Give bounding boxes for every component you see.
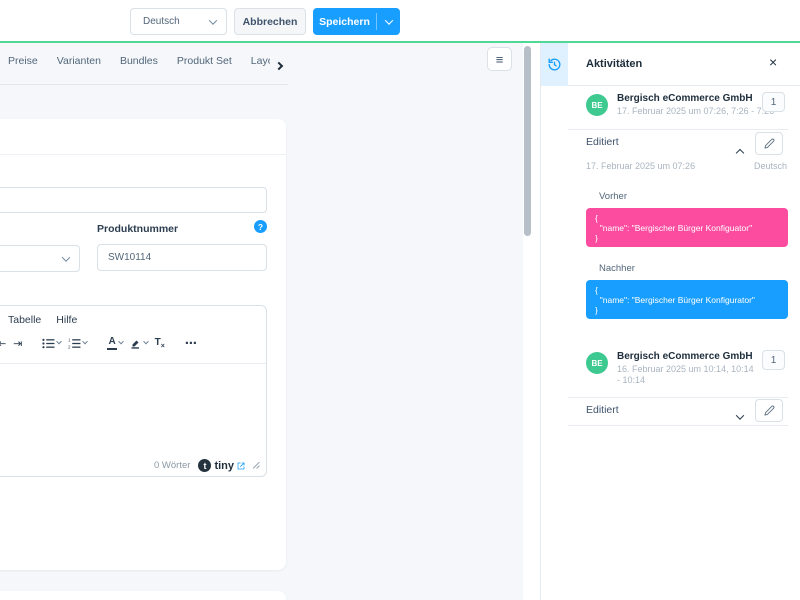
chevron-down-icon (62, 253, 70, 261)
pencil-icon (764, 405, 775, 416)
entry-count-badge: 1 (762, 92, 785, 112)
tiny-brand-label: tiny (214, 460, 234, 472)
context-menu-button[interactable]: ≡ (487, 47, 512, 71)
entry-user-name: Bergisch eCommerce GmbH (617, 93, 753, 104)
bullet-list-button[interactable] (42, 338, 61, 349)
editor-toolbar-divider (0, 363, 266, 364)
activities-panel: Aktivitäten × BE Bergisch eCommerce GmbH… (540, 43, 800, 600)
indent-button[interactable]: ⇥ (13, 337, 22, 350)
description-editor: Tabelle Hilfe ⇤ ⇥ 12 (0, 305, 267, 477)
ellipsis-icon: ⋯ (185, 336, 197, 350)
save-button[interactable]: Speichern (313, 8, 400, 35)
menu-tabelle[interactable]: Tabelle (8, 314, 41, 326)
tab-layout[interactable]: Layout (251, 55, 270, 75)
tab-preise[interactable]: Preise (8, 55, 38, 75)
cancel-button[interactable]: Abbrechen (234, 8, 306, 35)
expand-toggle[interactable] (737, 407, 743, 425)
detail-language: Deutsch (754, 161, 787, 171)
after-code-block: { "name": "Bergischer Bürger Konfigurato… (586, 280, 788, 319)
numbered-list-icon: 12 (68, 338, 81, 349)
entry-timestamp: 16. Februar 2025 um 10:14, 10:14 - 10:14 (617, 364, 759, 386)
product-name-input[interactable] (0, 187, 267, 213)
after-label: Nachher (599, 263, 635, 274)
avatar: BE (586, 352, 608, 374)
help-icon[interactable]: ? (254, 220, 267, 233)
detail-timestamp: 17. Februar 2025 um 07:26 (586, 161, 695, 171)
editor-status-bar: 0 Wörter t tiny (154, 459, 260, 472)
svg-text:2: 2 (69, 344, 72, 348)
outdent-button[interactable]: ⇤ (0, 337, 6, 350)
save-button-label: Speichern (313, 8, 376, 35)
next-form-card (0, 591, 286, 600)
chevron-down-icon (384, 16, 392, 24)
before-code-block: { "name": "Bergischer Bürger Konfiguator… (586, 208, 788, 247)
svg-text:1: 1 (69, 338, 72, 342)
tab-varianten[interactable]: Varianten (57, 55, 101, 75)
panel-title: Aktivitäten (586, 58, 642, 70)
product-number-input[interactable]: SW10114 (97, 244, 267, 271)
entry-timestamp: 17. Februar 2025 um 07:26, 7:26 - 7:26 (617, 106, 774, 117)
product-number-label: Produktnummer (97, 223, 178, 235)
pencil-icon (764, 138, 775, 149)
chevron-down-icon (83, 339, 89, 345)
product-tab-bar: Preise Varianten Bundles Produkt Set Lay… (8, 55, 270, 75)
resize-handle[interactable] (253, 462, 260, 469)
tab-bundles[interactable]: Bundles (120, 55, 158, 75)
word-count: 0 Wörter (154, 460, 190, 471)
language-select[interactable]: Deutsch (130, 8, 227, 35)
hamburger-icon: ≡ (496, 52, 504, 67)
language-select-value: Deutsch (143, 16, 180, 27)
highlighter-icon (130, 337, 142, 349)
before-label: Vorher (599, 191, 627, 202)
more-toolbar-button[interactable]: ⋯ (185, 336, 197, 350)
avatar: BE (586, 94, 608, 116)
menu-hilfe[interactable]: Hilfe (56, 314, 77, 326)
app-window: Deutsch Abbrechen Speichern Preise Varia… (0, 0, 800, 600)
panel-header-divider (568, 85, 800, 86)
tab-bar-divider (0, 84, 288, 85)
chevron-down-icon (209, 16, 217, 24)
history-icon (547, 57, 562, 72)
edit-activity-button[interactable] (755, 399, 783, 422)
cancel-button-label: Abbrechen (243, 16, 298, 28)
activity-action-label[interactable]: Editiert (586, 404, 619, 416)
close-icon[interactable]: × (769, 54, 777, 70)
external-link-icon (237, 462, 245, 470)
top-action-bar: Deutsch Abbrechen Speichern (0, 0, 800, 43)
vertical-scrollbar-thumb[interactable] (524, 46, 531, 236)
product-form-card: Produktnummer ? SW10114 Tabelle Hilfe ⇤ … (0, 119, 286, 570)
activity-action-label[interactable]: Editiert (586, 136, 619, 148)
tiny-brand-link[interactable]: t tiny (198, 459, 245, 472)
editor-toolbar: ⇤ ⇥ 12 A (0, 336, 197, 350)
clear-formatting-button[interactable]: T× (155, 337, 165, 350)
highlight-color-button[interactable] (130, 337, 148, 349)
clear-formatting-icon: T× (155, 337, 165, 350)
chevron-down-icon (118, 339, 124, 345)
chevron-down-icon (57, 339, 63, 345)
entry-count-badge: 1 (762, 350, 785, 370)
divider (568, 129, 788, 130)
text-color-button[interactable]: A (107, 337, 122, 350)
tiny-logo-icon: t (198, 459, 211, 472)
chevron-down-icon (143, 339, 149, 345)
divider (568, 397, 788, 398)
product-number-value: SW10114 (108, 252, 151, 263)
activities-sidebar-tab[interactable] (541, 43, 568, 86)
bullet-list-icon (42, 338, 55, 349)
divider (568, 425, 788, 426)
tab-produkt-set[interactable]: Produkt Set (177, 55, 232, 75)
edit-activity-button[interactable] (755, 132, 783, 155)
product-edit-area: Preise Varianten Bundles Produkt Set Lay… (0, 43, 523, 600)
save-dropdown-toggle[interactable] (377, 8, 400, 35)
entry-user-name: Bergisch eCommerce GmbH (617, 351, 753, 362)
editor-menubar: Tabelle Hilfe (8, 314, 77, 326)
manufacturer-select[interactable] (0, 245, 80, 272)
numbered-list-button[interactable]: 12 (68, 338, 87, 349)
indent-icon: ⇥ (13, 337, 22, 350)
card-header-divider (0, 154, 286, 155)
outdent-icon: ⇤ (0, 337, 6, 350)
text-color-icon: A (107, 337, 116, 350)
tab-scroll-right-icon[interactable] (276, 56, 282, 74)
collapse-toggle[interactable] (737, 143, 743, 161)
